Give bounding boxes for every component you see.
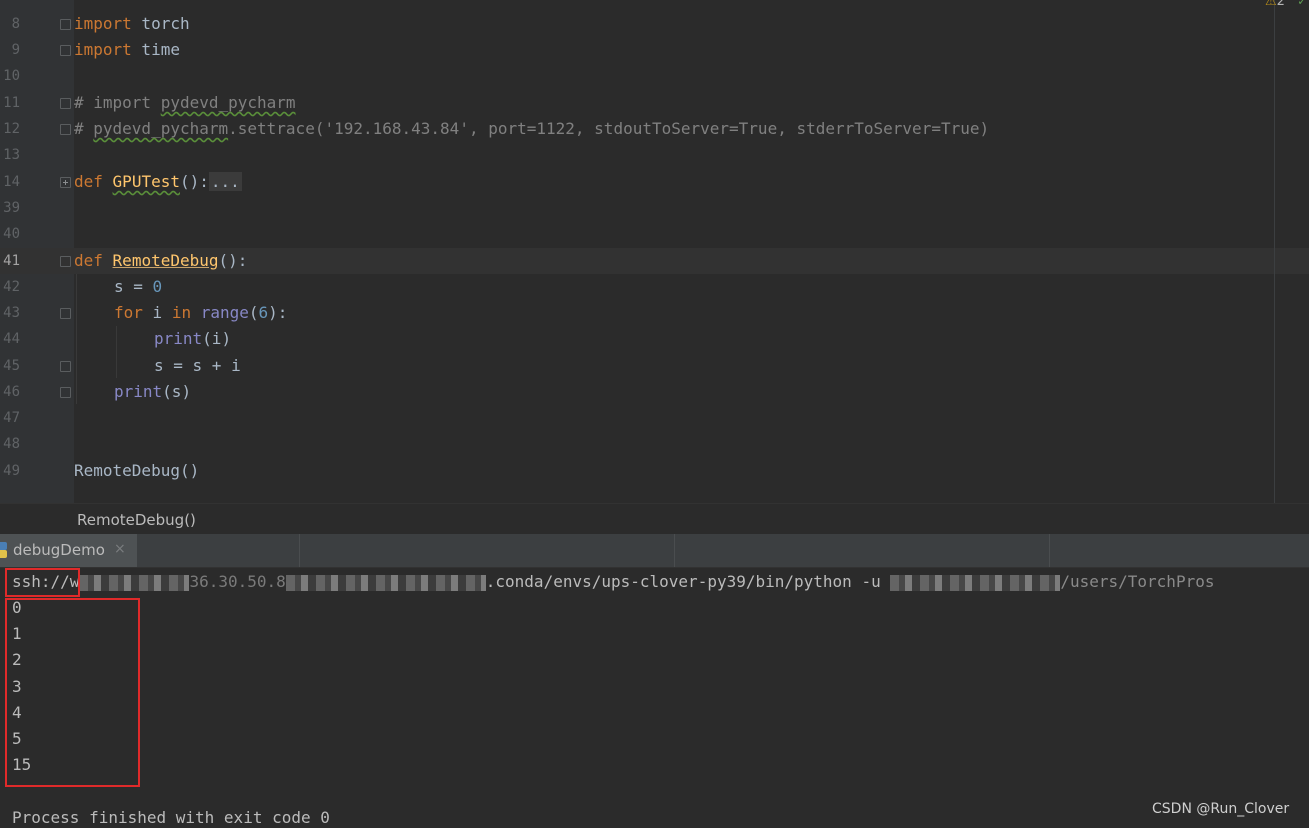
run-tab-debugdemo[interactable]: debugDemo × — [0, 534, 137, 567]
line-number: 42 — [3, 279, 20, 295]
line-number: 44 — [3, 331, 20, 347]
command-line: ssh://w 36.30.50.8 .conda/envs/ups-clover-… — [12, 572, 1215, 591]
warning-count: 2 — [1276, 0, 1285, 9]
line-number: 40 — [3, 226, 20, 242]
highlight-box-ssh — [5, 568, 80, 597]
line-number: 10 — [3, 68, 20, 84]
breadcrumb-bar: RemoteDebug() — [0, 503, 1309, 535]
fold-marker[interactable] — [60, 387, 71, 398]
code-line: import torch — [74, 14, 190, 33]
fold-marker[interactable] — [60, 124, 71, 135]
line-number: 48 — [3, 436, 20, 452]
code-line: RemoteDebug() — [74, 461, 200, 480]
code-line: for i in range(6): — [114, 303, 288, 322]
right-margin-guide — [1274, 0, 1275, 503]
inspection-widget[interactable]: ⚠2 — [1265, 0, 1285, 9]
code-line: print(s) — [114, 382, 192, 401]
code-line: print(i) — [154, 329, 232, 348]
exit-message: Process finished with exit code 0 — [12, 808, 330, 827]
code-line: # import pydevd_pycharm — [74, 93, 296, 112]
line-number: 45 — [3, 358, 20, 374]
console-output[interactable]: ssh://w 36.30.50.8 .conda/envs/ups-clover-… — [0, 568, 1309, 828]
line-number: 13 — [3, 147, 20, 163]
code-editor[interactable]: ⚠2 ✓ 8 9 10 11 12 13 14 39 40 41 42 43 4… — [0, 0, 1309, 503]
redacted-text — [79, 574, 190, 591]
code-line: def GPUTest():... — [74, 172, 242, 191]
line-number: 8 — [11, 16, 20, 32]
watermark: CSDN @Run_Clover — [1152, 801, 1290, 817]
python-icon — [0, 542, 7, 558]
line-number: 47 — [3, 410, 20, 426]
expand-fold-marker[interactable] — [60, 177, 71, 188]
line-number: 43 — [3, 305, 20, 321]
line-number: 9 — [11, 42, 20, 58]
close-icon[interactable]: × — [114, 541, 126, 557]
line-number-current: 41 — [3, 253, 20, 269]
fold-marker[interactable] — [60, 308, 71, 319]
fold-marker[interactable] — [60, 45, 71, 56]
fold-marker[interactable] — [60, 19, 71, 30]
line-number: 14 — [3, 174, 20, 190]
indent-guide — [76, 274, 77, 404]
code-line-current: def RemoteDebug(): — [74, 251, 248, 270]
redacted-text — [890, 574, 1061, 591]
collapsed-region[interactable]: ... — [208, 172, 242, 191]
fold-marker[interactable] — [60, 98, 71, 109]
line-number: 49 — [3, 463, 20, 479]
line-number: 46 — [3, 384, 20, 400]
fold-marker[interactable] — [60, 256, 71, 267]
warning-icon: ⚠ — [1265, 0, 1277, 9]
highlight-box-output — [5, 598, 140, 787]
code-line: import time — [74, 40, 180, 59]
code-line: s = 0 — [114, 277, 163, 296]
header-divider — [299, 534, 300, 567]
run-tab-label: debugDemo — [13, 541, 105, 559]
header-divider — [1049, 534, 1050, 567]
code-line: # pydevd_pycharm.settrace('192.168.43.84… — [74, 119, 990, 138]
run-tool-window-header: debugDemo × — [0, 534, 1309, 568]
breadcrumb[interactable]: RemoteDebug() — [77, 511, 196, 529]
header-divider — [674, 534, 675, 567]
check-icon[interactable]: ✓ — [1298, 0, 1306, 9]
fold-marker[interactable] — [60, 361, 71, 372]
line-number: 11 — [3, 95, 20, 111]
indent-guide — [116, 326, 117, 378]
line-number: 39 — [3, 200, 20, 216]
redacted-text — [285, 574, 486, 591]
code-line: s = s + i — [154, 356, 241, 375]
line-number: 12 — [3, 121, 20, 137]
